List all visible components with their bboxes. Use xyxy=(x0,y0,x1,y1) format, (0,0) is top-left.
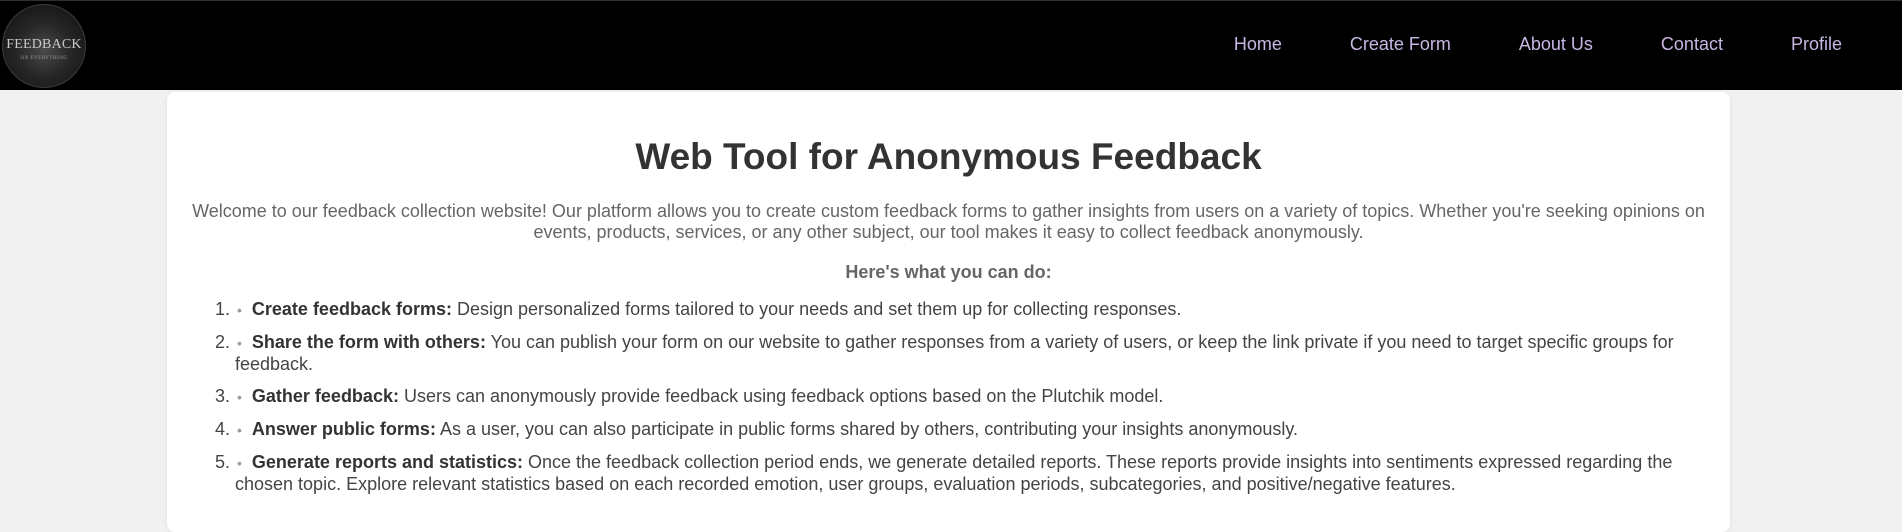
list-item: •Share the form with others: You can pub… xyxy=(235,332,1690,375)
feature-name: Gather feedback: xyxy=(251,386,399,406)
list-item: • Create feedback forms: Design personali… xyxy=(235,299,1690,321)
top-navbar: FEEDBACK ON EVERYTHING Home Create Form … xyxy=(0,0,1902,90)
bullet-icon: • xyxy=(237,335,242,351)
list-item: • Gather feedback: Users can anonymously … xyxy=(235,386,1690,408)
feature-description: Design personalized forms tailored to yo… xyxy=(451,299,1182,319)
nav-link-contact[interactable]: Contact xyxy=(1661,34,1723,55)
intro-paragraph: Welcome to our feedback collection websi… xyxy=(192,201,1705,242)
bullet-icon: • xyxy=(237,302,242,318)
bullet-icon: • xyxy=(237,455,242,471)
feature-description: As a user, you can also participate in p… xyxy=(435,419,1299,439)
list-item: • Answer public forms: As a user, you can… xyxy=(235,419,1690,441)
page-title: Web Tool for Anonymous Feedback xyxy=(635,136,1262,177)
list-item: •Generate reports and statistics: Once t… xyxy=(235,452,1690,495)
nav-link-about-us[interactable]: About Us xyxy=(1519,34,1593,55)
nav-link-create-form[interactable]: Create Form xyxy=(1350,34,1451,55)
logo-wordmark: FEEDBACK xyxy=(6,37,82,52)
logo-tagline: ON EVERYTHING xyxy=(20,56,68,61)
bullet-icon: • xyxy=(237,389,242,405)
feature-name: Create feedback forms: xyxy=(251,299,452,319)
feature-name: Generate reports and statistics: xyxy=(251,452,523,472)
nav-link-home[interactable]: Home xyxy=(1234,34,1282,55)
feature-name: Share the form with others: xyxy=(251,332,486,352)
bullet-icon: • xyxy=(237,422,242,438)
feature-description: Users can anonymously provide feedback u… xyxy=(398,386,1164,406)
feature-name: Answer public forms: xyxy=(251,419,436,439)
content-card: Web Tool for Anonymous Feedback Welcome … xyxy=(167,92,1730,532)
features-heading: Here's what you can do: xyxy=(845,262,1052,282)
features-list: • Create feedback forms: Design personali… xyxy=(167,299,1690,506)
nav-link-profile[interactable]: Profile xyxy=(1791,34,1842,55)
site-logo[interactable]: FEEDBACK ON EVERYTHING xyxy=(2,4,86,88)
main-nav: Home Create Form About Us Contact Profil… xyxy=(1166,34,1842,55)
